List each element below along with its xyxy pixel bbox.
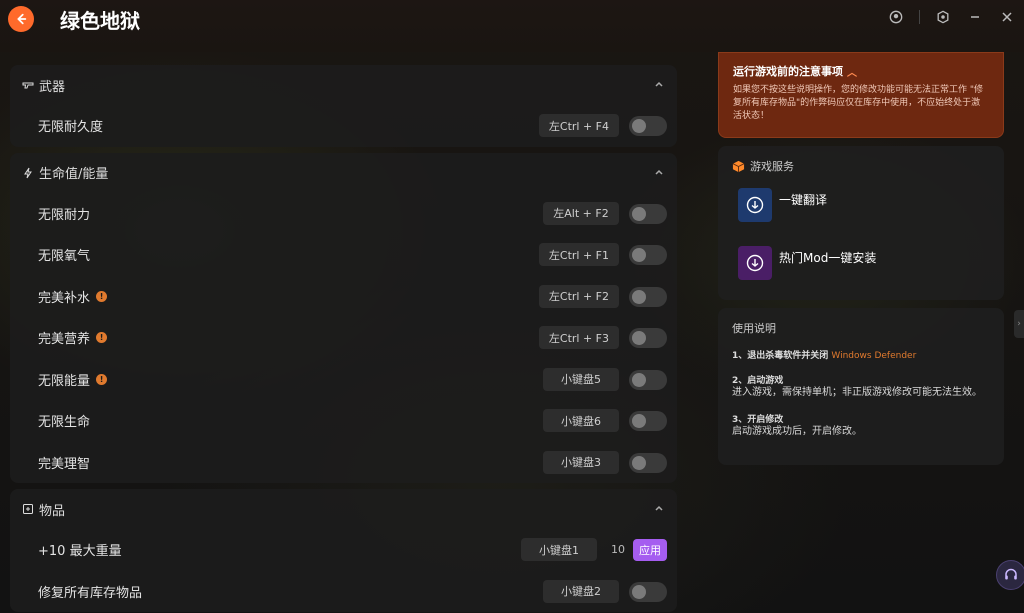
usage-title: 使用说明: [732, 322, 776, 335]
cheat-label: 完美理智: [38, 456, 91, 472]
step-title: 1、退出杀毒软件并关闭 Windows Defender: [732, 351, 917, 361]
service-name: 一键翻译: [779, 193, 828, 207]
step-desc: 进入游戏，需保持单机；非正版游戏修改可能无法生效。: [732, 387, 982, 398]
chevron-right-icon[interactable]: ›: [1014, 310, 1024, 338]
cheat-row: 无限能量! 小键盘5: [10, 359, 677, 401]
cheat-toggle[interactable]: [629, 245, 667, 265]
step-title: 3、开启修改: [732, 415, 784, 425]
hotkey-button[interactable]: 左Alt + F2: [543, 201, 619, 225]
notice-title[interactable]: 运行游戏前的注意事项 ︿: [733, 63, 989, 79]
cheat-row: 无限生命 小键盘6: [10, 400, 677, 442]
step-highlight: Windows Defender: [831, 351, 917, 361]
value-input[interactable]: 10: [611, 543, 625, 556]
title-bar: 绿色地狱: [0, 0, 1024, 52]
box-icon: [22, 503, 34, 515]
game-services-panel: 游戏服务 一键翻译 热门Mod一键安装: [718, 146, 1004, 300]
chevron-up-icon[interactable]: [653, 166, 665, 178]
cheat-row: 无限氧气 左Ctrl + F1: [10, 234, 677, 276]
hotkey-button[interactable]: 左Ctrl + F3: [538, 326, 619, 349]
step-title: 2、启动游戏: [732, 376, 784, 386]
minimize-icon[interactable]: [966, 8, 984, 26]
cube-icon: [732, 160, 745, 172]
usage-step: 2、启动游戏 进入游戏，需保持单机；非正版游戏修改可能无法生效。: [732, 373, 990, 400]
cheat-row: 修复所有库存物品 小键盘2: [10, 571, 677, 613]
hotkey-button[interactable]: 左Ctrl + F1: [538, 243, 619, 266]
hotkey-button[interactable]: 小键盘2: [543, 579, 619, 603]
step-desc: 启动游戏成功后，开启修改。: [732, 426, 862, 437]
group-header[interactable]: 武器: [10, 65, 677, 105]
cheat-toggle[interactable]: [629, 328, 667, 348]
group-header[interactable]: 生命值/能量: [10, 153, 677, 193]
usage-step: 3、开启修改 启动游戏成功后，开启修改。: [732, 412, 990, 439]
notification-icon[interactable]: [887, 8, 905, 26]
cheat-toggle[interactable]: [629, 581, 667, 602]
group-health-energy: 生命值/能量 无限耐力 左Alt + F2 无限氧气 左Ctrl + F1 完美…: [10, 152, 677, 484]
cheat-list: 武器 无限耐久度 左Ctrl + F4 生命值/能量 无限耐力 左Alt + F…: [10, 65, 677, 613]
group-items: 物品 +10 最大重量 小键盘1 10 应用 修复所有库存物品 小键盘2: [10, 489, 677, 612]
usage-step: 1、退出杀毒软件并关闭 Windows Defender: [732, 348, 990, 361]
hotkey-button[interactable]: 小键盘3: [543, 450, 619, 474]
cheat-label: 无限能量!: [38, 370, 108, 389]
service-translate[interactable]: 一键翻译: [738, 188, 827, 222]
notice-panel: 运行游戏前的注意事项 ︿ 如果您不按这些说明操作，您的修改功能可能无法正常工作 …: [718, 52, 1004, 138]
lightning-icon: [22, 167, 34, 179]
cheat-label: +10 最大重量: [38, 544, 122, 560]
page-title: 绿色地狱: [60, 9, 140, 33]
cheat-toggle[interactable]: [629, 203, 667, 224]
window-controls: [887, 8, 1016, 26]
info-icon[interactable]: !: [96, 373, 108, 385]
hotkey-button[interactable]: 小键盘6: [543, 409, 619, 432]
cheat-toggle[interactable]: [629, 452, 667, 473]
hotkey-button[interactable]: 小键盘1: [521, 538, 597, 561]
info-icon[interactable]: !: [96, 332, 108, 344]
cheat-label: 修复所有库存物品: [38, 585, 143, 601]
chevron-up-icon[interactable]: ︿: [847, 64, 857, 79]
download-icon: [738, 246, 772, 280]
cheat-row: 完美理智 小键盘3: [10, 442, 677, 484]
hotkey-button[interactable]: 左Ctrl + F2: [538, 284, 619, 308]
group-weapons: 武器 无限耐久度 左Ctrl + F4: [10, 65, 677, 147]
services-header: 游戏服务: [732, 158, 990, 174]
cheat-toggle[interactable]: [629, 369, 667, 390]
group-title: 生命值/能量: [39, 167, 109, 182]
cheat-row: 完美营养! 左Ctrl + F3: [10, 317, 677, 359]
gun-icon: [22, 79, 34, 91]
cheat-row: 无限耐力 左Alt + F2: [10, 193, 677, 235]
service-mod-install[interactable]: 热门Mod一键安装: [738, 246, 876, 280]
hotkey-button[interactable]: 小键盘5: [543, 367, 619, 391]
service-name: 热门Mod一键安装: [779, 251, 877, 265]
chevron-up-icon[interactable]: [653, 78, 665, 90]
usage-instructions-panel: 使用说明 1、退出杀毒软件并关闭 Windows Defender 2、启动游戏…: [718, 308, 1004, 465]
group-title: 物品: [39, 503, 66, 519]
download-icon: [738, 188, 772, 222]
hotkey-button[interactable]: 左Ctrl + F4: [538, 114, 619, 137]
notice-body: 如果您不按这些说明操作，您的修改功能可能无法正常工作 "修复所有库存物品"的作弊…: [733, 85, 984, 121]
close-icon[interactable]: [998, 8, 1016, 26]
divider: [919, 10, 920, 24]
cheat-row: 无限耐久度 左Ctrl + F4: [10, 105, 677, 147]
cheat-toggle[interactable]: [629, 286, 667, 307]
back-button[interactable]: [8, 6, 34, 32]
cheat-row: +10 最大重量 小键盘1 10 应用: [10, 529, 677, 571]
cheat-label: 无限生命: [38, 415, 91, 431]
cheat-label: 无限耐久度: [38, 120, 104, 136]
cheat-label: 无限氧气: [38, 249, 91, 265]
cheat-label: 无限耐力: [38, 207, 91, 223]
settings-icon[interactable]: [934, 8, 952, 26]
cheat-label: 完美营养!: [38, 328, 108, 347]
back-arrow-icon: [17, 13, 27, 25]
cheat-row: 完美补水! 左Ctrl + F2: [10, 276, 677, 318]
cheat-toggle[interactable]: [629, 116, 667, 136]
group-header[interactable]: 物品: [10, 489, 677, 529]
cheat-toggle[interactable]: [629, 411, 667, 431]
chevron-up-icon[interactable]: [653, 502, 665, 514]
headset-icon[interactable]: [996, 560, 1024, 590]
apply-button[interactable]: 应用: [633, 539, 667, 561]
cheat-label: 完美补水!: [38, 287, 108, 306]
group-title: 武器: [39, 79, 66, 95]
info-icon[interactable]: !: [96, 290, 108, 302]
